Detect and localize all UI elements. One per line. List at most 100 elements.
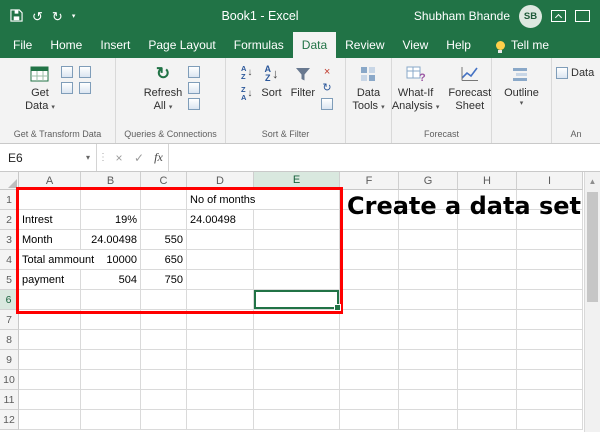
row-header-8[interactable]: 8: [0, 330, 19, 350]
cell-G10[interactable]: [399, 370, 458, 390]
cell-F8[interactable]: [340, 330, 399, 350]
cell-D11[interactable]: [187, 390, 254, 410]
recent-sources-icon[interactable]: [78, 82, 91, 94]
cell-B4[interactable]: 10000: [81, 250, 141, 270]
cell-H12[interactable]: [458, 410, 517, 430]
cell-B2[interactable]: 19%: [81, 210, 141, 230]
sort-ascending-icon[interactable]: A Z ↓: [238, 64, 255, 81]
outline-button[interactable]: Outline ▾: [501, 61, 542, 110]
customize-quick-access-icon[interactable]: ▾: [72, 13, 76, 20]
cell-I8[interactable]: [517, 330, 583, 350]
cell-A5[interactable]: payment: [19, 270, 81, 290]
cell-I5[interactable]: [517, 270, 583, 290]
cell-B11[interactable]: [81, 390, 141, 410]
cell-G7[interactable]: [399, 310, 458, 330]
cell-F7[interactable]: [340, 310, 399, 330]
from-web-icon[interactable]: [78, 66, 91, 78]
cell-G5[interactable]: [399, 270, 458, 290]
cell-I6[interactable]: [517, 290, 583, 310]
row-header-5[interactable]: 5: [0, 270, 19, 290]
cell-E12[interactable]: [254, 410, 340, 430]
cell-B8[interactable]: [81, 330, 141, 350]
cell-H4[interactable]: [458, 250, 517, 270]
cell-D10[interactable]: [187, 370, 254, 390]
cell-F6[interactable]: [340, 290, 399, 310]
cell-B5[interactable]: 504: [81, 270, 141, 290]
cell-D3[interactable]: [187, 230, 254, 250]
cell-A9[interactable]: [19, 350, 81, 370]
data-tools-button[interactable]: Data Tools ▾: [349, 61, 387, 114]
tab-review[interactable]: Review: [336, 32, 393, 58]
save-icon[interactable]: [10, 8, 23, 24]
scroll-up-icon[interactable]: ▲: [585, 172, 600, 186]
cell-A10[interactable]: [19, 370, 81, 390]
row-header-2[interactable]: 2: [0, 210, 19, 230]
cell-A2[interactable]: Intrest: [19, 210, 81, 230]
cell-I12[interactable]: [517, 410, 583, 430]
row-header-7[interactable]: 7: [0, 310, 19, 330]
cell-D7[interactable]: [187, 310, 254, 330]
cell-E10[interactable]: [254, 370, 340, 390]
what-if-analysis-button[interactable]: ? What-If Analysis ▾: [392, 61, 442, 114]
cell-A11[interactable]: [19, 390, 81, 410]
cell-H10[interactable]: [458, 370, 517, 390]
cell-G11[interactable]: [399, 390, 458, 410]
cell-B6[interactable]: [81, 290, 141, 310]
vertical-scrollbar[interactable]: ▲: [584, 172, 600, 432]
column-header-H[interactable]: H: [458, 172, 517, 190]
cell-D5[interactable]: [187, 270, 254, 290]
cell-B10[interactable]: [81, 370, 141, 390]
cell-H5[interactable]: [458, 270, 517, 290]
row-header-11[interactable]: 11: [0, 390, 19, 410]
get-data-button[interactable]: Get Data ▾: [22, 61, 58, 114]
cell-I9[interactable]: [517, 350, 583, 370]
cell-E6[interactable]: [254, 290, 341, 311]
tab-help[interactable]: Help: [437, 32, 480, 58]
cell-E1[interactable]: [254, 190, 340, 210]
cell-A3[interactable]: Month: [19, 230, 81, 250]
cell-C2[interactable]: [141, 210, 187, 230]
sort-descending-icon[interactable]: Z A ↓: [238, 85, 255, 102]
cell-I3[interactable]: [517, 230, 583, 250]
cell-D8[interactable]: [187, 330, 254, 350]
cell-E9[interactable]: [254, 350, 340, 370]
ribbon-display-options-icon[interactable]: [551, 10, 566, 22]
cell-F3[interactable]: [340, 230, 399, 250]
column-header-A[interactable]: A: [19, 172, 81, 190]
cell-F9[interactable]: [340, 350, 399, 370]
cell-E3[interactable]: [254, 230, 340, 250]
cell-B7[interactable]: [81, 310, 141, 330]
advanced-filter-icon[interactable]: [321, 98, 334, 110]
cell-E8[interactable]: [254, 330, 340, 350]
cell-H3[interactable]: [458, 230, 517, 250]
row-header-1[interactable]: 1: [0, 190, 19, 210]
cell-C3[interactable]: 550: [141, 230, 187, 250]
cell-A1[interactable]: [19, 190, 81, 210]
cell-E11[interactable]: [254, 390, 340, 410]
scrollbar-thumb[interactable]: [587, 192, 598, 302]
tab-formulas[interactable]: Formulas: [225, 32, 293, 58]
row-header-3[interactable]: 3: [0, 230, 19, 250]
data-analysis-icon[interactable]: [556, 67, 568, 79]
tell-me[interactable]: Tell me: [495, 32, 549, 58]
tab-file[interactable]: File: [4, 32, 41, 58]
cell-B1[interactable]: [81, 190, 141, 210]
cell-C11[interactable]: [141, 390, 187, 410]
edit-links-icon[interactable]: [188, 98, 201, 110]
cell-F12[interactable]: [340, 410, 399, 430]
from-text-csv-icon[interactable]: [60, 66, 73, 78]
cell-C1[interactable]: [141, 190, 187, 210]
cell-A4[interactable]: Total ammount: [19, 250, 94, 270]
cell-H7[interactable]: [458, 310, 517, 330]
name-box-dropdown-icon[interactable]: ▾: [86, 153, 96, 162]
cell-A8[interactable]: [19, 330, 81, 350]
refresh-all-button[interactable]: ↻ Refresh All ▾: [141, 61, 186, 114]
cell-F10[interactable]: [340, 370, 399, 390]
cell-G6[interactable]: [399, 290, 458, 310]
filter-button[interactable]: Filter: [288, 61, 318, 101]
cell-C7[interactable]: [141, 310, 187, 330]
cell-A6[interactable]: [19, 290, 81, 310]
data-analysis-button[interactable]: Data: [571, 67, 594, 79]
tab-page-layout[interactable]: Page Layout: [139, 32, 224, 58]
cell-C6[interactable]: [141, 290, 187, 310]
